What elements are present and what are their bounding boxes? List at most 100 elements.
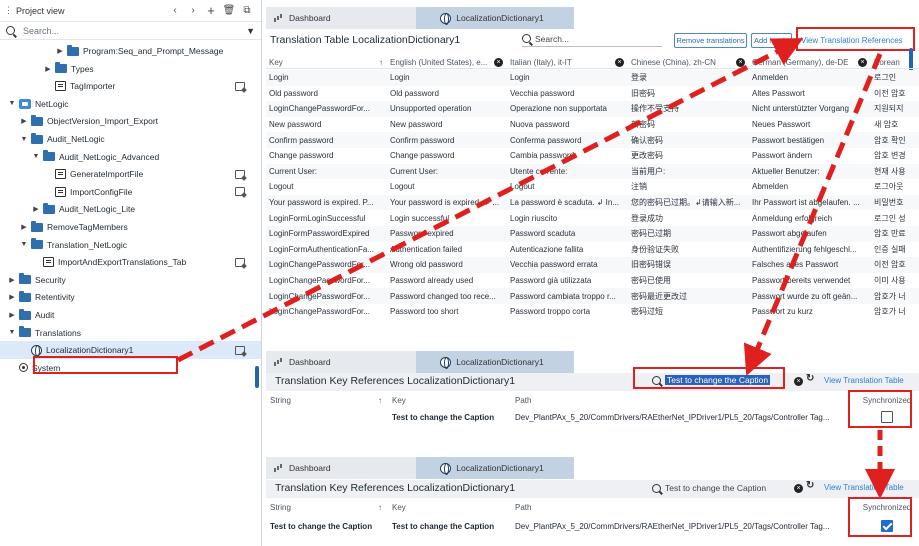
table-cell[interactable]: Password expired (387, 229, 507, 238)
refresh-icon[interactable]: ↻ (806, 480, 814, 491)
table-cell[interactable]: 更改密码 (628, 150, 749, 161)
filter-icon[interactable]: ▼ (246, 26, 255, 36)
tab-localization-dictionary[interactable]: LocalizationDictionary1 (416, 7, 574, 29)
table-cell[interactable]: Passwort ändern (749, 151, 871, 160)
table-cell[interactable]: 确认密码 (628, 135, 749, 146)
table-cell[interactable]: Login (266, 73, 387, 82)
table-cell[interactable]: 이전 암호 (871, 88, 919, 99)
table-cell[interactable]: Vecchia password errata (507, 260, 628, 269)
tree-item[interactable]: ▼ Translation_NetLogic (0, 236, 261, 254)
table-cell[interactable]: Autenticazione fallita (507, 245, 628, 254)
table-cell[interactable]: 현재 사용 (871, 166, 919, 177)
table-row[interactable]: LoginChangePasswordFor... Password change… (266, 288, 919, 304)
tree-item[interactable]: ▶ Audit (0, 306, 261, 324)
project-tree-scrollbar[interactable] (255, 366, 259, 388)
table-cell[interactable]: 旧密码错误 (628, 259, 749, 270)
column-header-2[interactable]: Italian (Italy), it-IT × (507, 56, 628, 68)
copy-icon[interactable]: ⧉ (239, 3, 255, 19)
edit-script-icon[interactable] (233, 256, 247, 268)
table-cell[interactable]: Old password (266, 89, 387, 98)
table-cell[interactable]: Ihr Passwort ist abgelaufen. ... (749, 198, 871, 207)
table-cell[interactable]: 암호 변경 (871, 150, 919, 161)
table-cell[interactable]: Cambia password (507, 151, 628, 160)
tree-item[interactable]: TagImporter (0, 77, 261, 95)
table-cell[interactable]: Anmeldung erfolgreich (749, 214, 871, 223)
tree-item[interactable]: ▼ Audit_NetLogic (0, 130, 261, 148)
drag-handle-icon[interactable]: ⋮ (4, 5, 13, 16)
column-header-3[interactable]: Chinese (China), zh-CN × (628, 56, 749, 68)
table-cell[interactable]: Falsches altes Passwort (749, 260, 871, 269)
table-cell[interactable]: Passwort abgelaufen (749, 229, 871, 238)
table-cell[interactable]: Passwort wurde zu oft geän... (749, 292, 871, 301)
table-cell[interactable]: Utente corrente: (507, 167, 628, 176)
table-cell[interactable]: Login successful (387, 214, 507, 223)
table-row[interactable]: Confirm password Confirm password Conferma… (266, 132, 919, 148)
table-cell[interactable]: 旧密码 (628, 88, 749, 99)
tree-item[interactable]: ▼ Audit_NetLogic_Advanced (0, 148, 261, 166)
remove-locale-icon[interactable]: × (858, 57, 867, 67)
table-cell[interactable]: LoginChangePasswordFor... (266, 292, 387, 301)
table-cell[interactable]: 密码已使用 (628, 275, 749, 286)
table-cell[interactable]: 登录 (628, 72, 749, 83)
view-translation-table-button[interactable]: View Translation Table (824, 376, 904, 385)
tab-dashboard[interactable]: Dashboard (266, 457, 416, 479)
column-header-key[interactable]: Key (388, 396, 511, 405)
table-cell[interactable]: 암호 확인 (871, 135, 919, 146)
table-cell[interactable]: 身份验证失败 (628, 244, 749, 255)
table-row[interactable]: LoginFormLoginSuccessful Login successful… (266, 210, 919, 226)
table-row[interactable]: LoginChangePasswordFor... Wrong old passw… (266, 257, 919, 273)
column-header-string[interactable]: String ↑ (266, 503, 388, 512)
column-header-path[interactable]: Path (511, 396, 855, 405)
table-cell[interactable]: 注销 (628, 181, 749, 192)
table-cell[interactable]: Password too short (387, 307, 507, 316)
table-cell[interactable]: Vecchia password (507, 89, 628, 98)
table-cell[interactable]: Old password (387, 89, 507, 98)
table-cell[interactable]: 密码过短 (628, 306, 749, 317)
forward-arrow-icon[interactable]: › (185, 3, 201, 19)
table-cell[interactable]: 이미 사용 (871, 275, 919, 286)
table-cell[interactable]: 인증 실패 (871, 244, 919, 255)
table-cell[interactable]: Altes Passwort (749, 89, 871, 98)
table-cell[interactable]: Confirm password (387, 136, 507, 145)
table-cell[interactable]: Operazione non supportata (507, 104, 628, 113)
table-cell[interactable]: New password (266, 120, 387, 129)
collapse-arrow-icon[interactable]: ▼ (20, 241, 28, 248)
collapse-arrow-icon[interactable]: ▼ (8, 329, 16, 336)
table-cell[interactable]: Logout (266, 182, 387, 191)
table-cell[interactable]: LoginFormAuthenticationFa... (266, 245, 387, 254)
remove-locale-icon[interactable]: × (615, 57, 624, 67)
tab-dashboard[interactable]: Dashboard (266, 351, 416, 373)
table-row[interactable]: LoginChangePasswordFor... Unsupported ope… (266, 101, 919, 117)
table-cell[interactable]: Authentication failed (387, 245, 507, 254)
key-refs-2-row[interactable]: Test to change the Caption Test to chang… (266, 519, 919, 534)
table-cell[interactable]: Conferma password (507, 136, 628, 145)
edit-script-icon[interactable] (233, 168, 247, 180)
translation-search-input[interactable]: Search... (535, 34, 569, 44)
table-row[interactable]: LoginFormPasswordExpired Password expired… (266, 225, 919, 242)
expand-arrow-icon[interactable]: ▶ (20, 223, 28, 231)
table-cell[interactable]: Wrong old password (387, 260, 507, 269)
table-cell[interactable]: Password already used (387, 276, 507, 285)
column-header-key[interactable]: Key (388, 503, 511, 512)
table-cell[interactable]: Login (387, 73, 507, 82)
tree-item[interactable]: ▶ Types (0, 60, 261, 78)
clear-search-icon[interactable]: × (794, 377, 803, 386)
tree-item[interactable]: ▶ RemoveTagMembers (0, 218, 261, 236)
add-locale-button[interactable]: Add locale (751, 33, 792, 48)
table-cell[interactable]: Change password (387, 151, 507, 160)
view-translation-table-button[interactable]: View Translation Table (824, 483, 904, 492)
tab-localization-dictionary[interactable]: LocalizationDictionary1 (416, 457, 574, 479)
table-cell[interactable]: Logout (507, 182, 628, 191)
column-header-0[interactable]: Key ↑ (266, 56, 387, 68)
table-row[interactable]: Logout Logout Logout 注销 Abmelden 로그아웃 (266, 179, 919, 195)
table-cell[interactable]: Aktueller Benutzer: (749, 167, 871, 176)
table-cell[interactable]: LoginFormLoginSuccessful (266, 214, 387, 223)
table-row[interactable]: LoginFormAuthenticationFa... Authenticati… (266, 242, 919, 258)
table-cell[interactable]: 密码最近更改过 (628, 291, 749, 302)
table-row[interactable]: Your password is expired. P... Your passw… (266, 194, 919, 211)
table-row[interactable]: Change password Change password Cambia pas… (266, 148, 919, 164)
table-cell[interactable]: LoginChangePasswordFor... (266, 260, 387, 269)
table-cell[interactable]: LoginChangePasswordFor... (266, 104, 387, 113)
table-cell[interactable]: 지원되지 (871, 103, 919, 114)
table-cell[interactable]: Passwort bereits verwendet (749, 276, 871, 285)
